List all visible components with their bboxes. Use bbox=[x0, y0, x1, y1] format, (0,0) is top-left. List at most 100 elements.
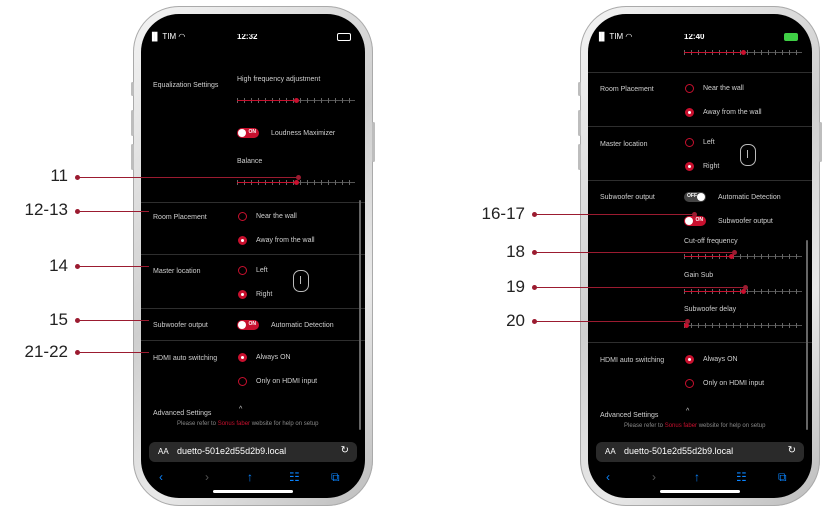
divider bbox=[588, 126, 812, 127]
hdmi-switching-label: HDMI auto switching bbox=[600, 357, 665, 364]
advanced-settings-label[interactable]: Advanced Settings bbox=[600, 412, 658, 419]
reload-icon[interactable]: ↻ bbox=[788, 445, 796, 456]
callout-21-22: 21-22 bbox=[24, 342, 68, 361]
left-label[interactable]: Left bbox=[703, 139, 715, 146]
balance-thumb[interactable] bbox=[741, 50, 746, 55]
right-label[interactable]: Right bbox=[256, 291, 272, 298]
high-frequency-slider[interactable] bbox=[237, 96, 355, 106]
hdmi-input-label[interactable]: Only on HDMI input bbox=[256, 378, 317, 385]
safari-toolbar: ‹ › ↑ ☷ ⧉ bbox=[588, 470, 812, 488]
callout-18: 18 bbox=[506, 242, 525, 261]
away-wall-radio[interactable] bbox=[685, 108, 694, 117]
share-icon[interactable]: ↑ bbox=[694, 470, 700, 484]
gain-fill bbox=[684, 291, 743, 292]
near-wall-label[interactable]: Near the wall bbox=[703, 85, 744, 92]
always-on-radio[interactable] bbox=[238, 353, 247, 362]
right-phone: ▐▌ TIM ◠ 12:40 Room Placement Near the w… bbox=[578, 6, 822, 506]
url-bar[interactable]: AA duetto-501e2d55d2b9.local ↻ bbox=[596, 442, 804, 462]
subwoofer-output-toggle-text: ON bbox=[695, 217, 704, 223]
auto-detection-toggle[interactable]: OFF bbox=[684, 192, 706, 202]
balance-slider-partial[interactable] bbox=[684, 48, 802, 58]
url-text[interactable]: duetto-501e2d55d2b9.local bbox=[177, 446, 286, 456]
back-icon[interactable]: ‹ bbox=[606, 470, 610, 484]
chevron-up-icon[interactable]: ^ bbox=[686, 408, 689, 415]
high-frequency-thumb[interactable] bbox=[294, 98, 299, 103]
text-size-icon[interactable]: AA bbox=[605, 447, 616, 456]
cutoff-frequency-slider[interactable] bbox=[684, 252, 802, 262]
help-post: website for help on setup bbox=[250, 421, 319, 427]
auto-detection-toggle-text: ON bbox=[248, 321, 257, 327]
forward-icon[interactable]: › bbox=[205, 470, 209, 484]
power-button bbox=[819, 122, 822, 162]
divider bbox=[141, 340, 365, 341]
chevron-up-icon[interactable]: ^ bbox=[239, 406, 242, 413]
loudness-toggle[interactable]: ON bbox=[237, 128, 259, 138]
settings-content: Room Placement Near the wall Away from t… bbox=[588, 14, 812, 498]
callout-line bbox=[78, 177, 298, 178]
forward-icon[interactable]: › bbox=[652, 470, 656, 484]
callout-dot bbox=[743, 285, 748, 290]
divider bbox=[141, 308, 365, 309]
subwoofer-output-toggle-label: Subwoofer output bbox=[718, 218, 773, 225]
safari-toolbar: ‹ › ↑ ☷ ⧉ bbox=[141, 470, 365, 488]
near-wall-radio[interactable] bbox=[238, 212, 247, 221]
sonus-faber-link[interactable]: Sonus faber bbox=[218, 421, 250, 427]
volume-down-button bbox=[578, 144, 581, 170]
balance-thumb[interactable] bbox=[294, 180, 299, 185]
subwoofer-output-toggle[interactable]: ON bbox=[684, 216, 706, 226]
left-radio[interactable] bbox=[238, 266, 247, 275]
right-label[interactable]: Right bbox=[703, 163, 719, 170]
divider bbox=[141, 254, 365, 255]
right-radio[interactable] bbox=[685, 162, 694, 171]
left-phone: ▐▌ TIM ◠ 12:32 Equalization Settings Hig… bbox=[131, 6, 375, 506]
url-bar[interactable]: AA duetto-501e2d55d2b9.local ↻ bbox=[149, 442, 357, 462]
subwoofer-delay-label: Subwoofer delay bbox=[684, 306, 737, 313]
near-wall-radio[interactable] bbox=[685, 84, 694, 93]
hdmi-input-radio[interactable] bbox=[238, 377, 247, 386]
help-post: website for help on setup bbox=[697, 423, 766, 429]
cutoff-frequency-label: Cut-off frequency bbox=[684, 238, 738, 245]
callout-20: 20 bbox=[506, 311, 525, 330]
auto-detection-toggle[interactable]: ON bbox=[237, 320, 259, 330]
balance-fill bbox=[237, 182, 296, 183]
share-icon[interactable]: ↑ bbox=[247, 470, 253, 484]
right-radio[interactable] bbox=[238, 290, 247, 299]
bookmarks-icon[interactable]: ☷ bbox=[289, 470, 300, 484]
scrollbar[interactable] bbox=[359, 200, 361, 430]
advanced-settings-label[interactable]: Advanced Settings bbox=[153, 410, 211, 417]
hdmi-input-label[interactable]: Only on HDMI input bbox=[703, 380, 764, 387]
help-text: Please refer to Sonus faber website for … bbox=[177, 421, 318, 427]
away-wall-label[interactable]: Away from the wall bbox=[703, 109, 762, 116]
away-wall-label[interactable]: Away from the wall bbox=[256, 237, 315, 244]
always-on-label[interactable]: Always ON bbox=[703, 356, 738, 363]
callout-line bbox=[535, 287, 745, 288]
loudness-toggle-text: ON bbox=[248, 129, 257, 135]
home-indicator bbox=[213, 490, 293, 493]
reload-icon[interactable]: ↻ bbox=[341, 445, 349, 456]
subwoofer-delay-slider[interactable] bbox=[684, 321, 802, 331]
back-icon[interactable]: ‹ bbox=[159, 470, 163, 484]
tabs-icon[interactable]: ⧉ bbox=[778, 470, 787, 485]
always-on-label[interactable]: Always ON bbox=[256, 354, 291, 361]
left-label[interactable]: Left bbox=[256, 267, 268, 274]
high-frequency-label: High frequency adjustment bbox=[237, 76, 321, 83]
divider bbox=[141, 202, 365, 203]
always-on-radio[interactable] bbox=[685, 355, 694, 364]
mute-switch bbox=[131, 82, 134, 96]
hdmi-input-radio[interactable] bbox=[685, 379, 694, 388]
bookmarks-icon[interactable]: ☷ bbox=[736, 470, 747, 484]
loudness-label: Loudness Maximizer bbox=[271, 130, 336, 137]
help-pre: Please refer to bbox=[177, 421, 218, 427]
sonus-faber-link[interactable]: Sonus faber bbox=[665, 423, 697, 429]
speaker-icon bbox=[740, 144, 756, 166]
scrollbar[interactable] bbox=[806, 240, 808, 430]
callout-15: 15 bbox=[49, 310, 68, 329]
tabs-icon[interactable]: ⧉ bbox=[331, 470, 340, 485]
power-button bbox=[372, 122, 375, 162]
near-wall-label[interactable]: Near the wall bbox=[256, 213, 297, 220]
text-size-icon[interactable]: AA bbox=[158, 447, 169, 456]
away-wall-radio[interactable] bbox=[238, 236, 247, 245]
left-radio[interactable] bbox=[685, 138, 694, 147]
url-text[interactable]: duetto-501e2d55d2b9.local bbox=[624, 446, 733, 456]
callout-line bbox=[535, 321, 687, 322]
